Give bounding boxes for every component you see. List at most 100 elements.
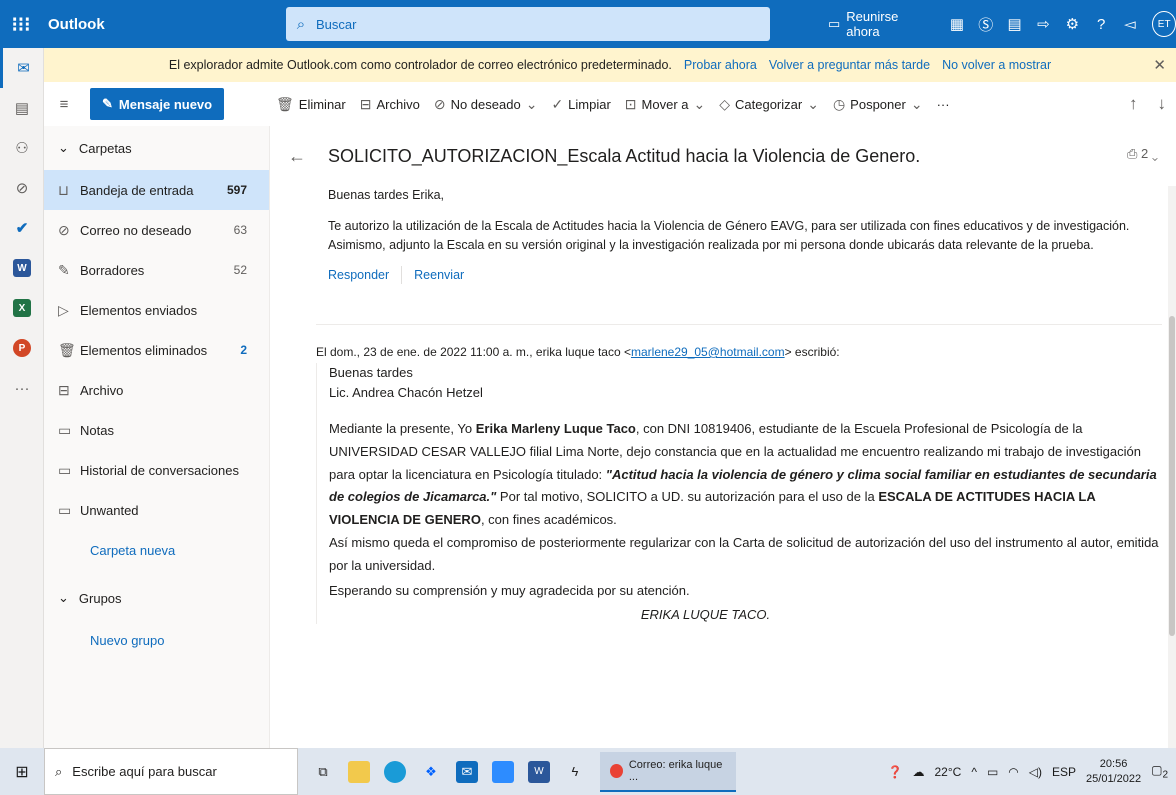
- grid-icon[interactable]: ▦: [943, 0, 972, 48]
- meet-now-button[interactable]: ▭ Reunirse ahora: [828, 9, 925, 39]
- attachment-rail-icon[interactable]: ⊘: [0, 168, 44, 208]
- scroll-thumb[interactable]: [1169, 316, 1175, 636]
- close-icon[interactable]: ✕: [1153, 56, 1166, 74]
- help-icon[interactable]: ?: [1087, 0, 1116, 48]
- feedback-icon[interactable]: ⇨: [1029, 0, 1058, 48]
- categorize-button[interactable]: ◇ Categorizar ⌄: [719, 96, 819, 113]
- search-icon: ⌕: [55, 763, 63, 779]
- file-explorer-icon[interactable]: [348, 760, 370, 783]
- folder-archive[interactable]: ⊟ Archivo: [44, 370, 269, 410]
- taskbar-search[interactable]: ⌕ Escribe aquí para buscar: [44, 748, 298, 795]
- quoted-paragraph: Esperando su comprensión y muy agradecid…: [329, 583, 690, 599]
- taskbar-active-window[interactable]: Correo: erika luque ...: [600, 751, 736, 792]
- chevron-down-icon: ⌄: [807, 95, 819, 112]
- settings-icon[interactable]: ⚙: [1058, 0, 1087, 48]
- archive-button[interactable]: ⊟ Archivo: [360, 96, 420, 113]
- delete-button[interactable]: 🗑 Eliminar: [276, 96, 346, 113]
- help-tray-icon[interactable]: ❓: [888, 765, 903, 779]
- new-folder-link[interactable]: Carpeta nueva: [44, 530, 269, 570]
- junk-button[interactable]: ⊘ No deseado ⌄: [434, 96, 538, 113]
- more-actions-button[interactable]: ···: [937, 97, 950, 112]
- wifi-icon[interactable]: ◠: [1008, 765, 1018, 779]
- app-bolt-icon[interactable]: ϟ: [564, 761, 586, 783]
- folder-junk[interactable]: ⊘ Correo no deseado 63: [44, 210, 269, 250]
- mail-icon[interactable]: ✉: [0, 48, 44, 88]
- top-bar: ⁝⁝⁝ Outlook ⌕ ▭ Reunirse ahora ▦ Ⓢ ▤ ⇨ ⚙…: [0, 0, 1176, 48]
- message-subject: SOLICITO_AUTORIZACION_Escala Actitud hac…: [328, 145, 921, 166]
- default-mail-banner: El explorador admite Outlook.com como co…: [44, 48, 1176, 82]
- app-title[interactable]: Outlook: [42, 16, 282, 33]
- message-divider: [316, 324, 1162, 325]
- action-divider: [401, 266, 403, 285]
- word-icon[interactable]: W: [0, 248, 44, 288]
- battery-icon[interactable]: ▭: [987, 765, 998, 779]
- weather-temp[interactable]: 22°C: [935, 765, 962, 779]
- folder-notes[interactable]: ▭ Notas: [44, 410, 269, 450]
- sender-email-link[interactable]: marlene29_05@hotmail.com: [631, 345, 785, 359]
- zoom-icon[interactable]: [492, 760, 514, 783]
- edge-icon[interactable]: [384, 760, 406, 783]
- sweep-button[interactable]: ✓ Limpiar: [551, 96, 610, 113]
- trash-icon: 🗑: [276, 95, 294, 112]
- excel-icon[interactable]: X: [0, 288, 44, 328]
- archive-label: Archivo: [376, 96, 420, 112]
- folder-drafts[interactable]: ✎ Borradores 52: [44, 250, 269, 290]
- clock[interactable]: 20:56 25/01/2022: [1086, 757, 1141, 786]
- text-run: Por tal motivo, SOLICITO a UD. su autori…: [496, 489, 879, 505]
- notification-icon[interactable]: ▢2: [1151, 763, 1168, 780]
- folder-inbox[interactable]: ⊔ Bandeja de entrada 597: [44, 170, 269, 210]
- banner-dont-show-link[interactable]: No volver a mostrar: [942, 58, 1051, 72]
- mail-app-icon[interactable]: ✉: [456, 760, 478, 783]
- clock-icon: ◷: [832, 95, 846, 112]
- weather-icon[interactable]: ☁: [913, 765, 925, 779]
- quoted-header-prefix: El dom., 23 de ene. de 2022 11:00 a. m.,…: [316, 345, 631, 359]
- groups-header[interactable]: ⌄ Grupos: [44, 576, 269, 620]
- chrome-icon: [610, 763, 623, 778]
- dropbox-icon[interactable]: ❖: [420, 761, 442, 783]
- windows-start-icon[interactable]: ⊞: [0, 762, 44, 782]
- volume-icon[interactable]: ◁): [1029, 765, 1042, 779]
- language-indicator[interactable]: ESP: [1052, 765, 1076, 779]
- paperclip-icon: ⎙: [1126, 146, 1138, 161]
- scrollbar[interactable]: [1168, 186, 1176, 748]
- word-taskbar-icon[interactable]: W: [528, 760, 550, 783]
- move-button[interactable]: ⊡ Mover a ⌄: [625, 96, 705, 113]
- calendar-rail-icon[interactable]: ▤: [0, 88, 44, 128]
- snooze-button[interactable]: ◷ Posponer ⌄: [833, 96, 923, 113]
- folder-count: 2: [240, 343, 247, 357]
- chevron-down-icon: ⌄: [1151, 146, 1158, 161]
- skype-icon[interactable]: Ⓢ: [971, 0, 1000, 48]
- search-input[interactable]: [316, 16, 736, 32]
- megaphone-icon[interactable]: ◅: [1116, 0, 1145, 48]
- arrow-up-icon[interactable]: ↑: [1129, 94, 1138, 114]
- folders-header[interactable]: ⌄ Carpetas: [44, 126, 269, 170]
- folder-conversation-history[interactable]: ▭ Historial de conversaciones: [44, 450, 269, 490]
- forward-link[interactable]: Reenviar: [414, 266, 464, 285]
- folder-sent[interactable]: ▷ Elementos enviados: [44, 290, 269, 330]
- quoted-message: El dom., 23 de ene. de 2022 11:00 a. m.,…: [316, 343, 1162, 625]
- attachment-indicator[interactable]: ⎙ 2 ⌄: [1127, 146, 1158, 162]
- banner-ask-later-link[interactable]: Volver a preguntar más tarde: [769, 58, 930, 72]
- task-view-icon[interactable]: ⧉: [312, 761, 334, 783]
- calendar-icon[interactable]: ▤: [1000, 0, 1029, 48]
- powerpoint-icon[interactable]: P: [0, 328, 44, 368]
- reply-link[interactable]: Responder: [328, 266, 389, 285]
- hamburger-icon[interactable]: ≡: [48, 96, 80, 113]
- chevron-up-icon[interactable]: ^: [971, 765, 977, 779]
- new-mail-button[interactable]: ✎ Mensaje nuevo: [90, 88, 225, 120]
- people-icon[interactable]: ⚇: [0, 128, 44, 168]
- folder-deleted[interactable]: 🗑 Elementos eliminados 2: [44, 330, 269, 370]
- todo-icon[interactable]: ✔: [0, 208, 44, 248]
- quoted-paragraph: Mediante la presente, Yo Erika Marleny L…: [329, 418, 1162, 532]
- new-group-link[interactable]: Nuevo grupo: [44, 620, 269, 660]
- system-tray: ❓ ☁ 22°C ^ ▭ ◠ ◁) ESP 20:56 25/01/2022 ▢…: [888, 748, 1168, 795]
- avatar[interactable]: ET: [1152, 11, 1176, 37]
- more-apps-icon[interactable]: ···: [0, 368, 44, 408]
- banner-try-now-link[interactable]: Probar ahora: [684, 58, 757, 72]
- arrow-down-icon[interactable]: ↓: [1158, 94, 1167, 114]
- folder-label: Elementos eliminados: [80, 342, 208, 358]
- folder-unwanted[interactable]: ▭ Unwanted: [44, 490, 269, 530]
- app-launcher-icon[interactable]: ⁝⁝⁝: [0, 0, 42, 48]
- back-arrow-icon[interactable]: ←: [288, 146, 328, 167]
- search-box[interactable]: ⌕: [286, 7, 770, 41]
